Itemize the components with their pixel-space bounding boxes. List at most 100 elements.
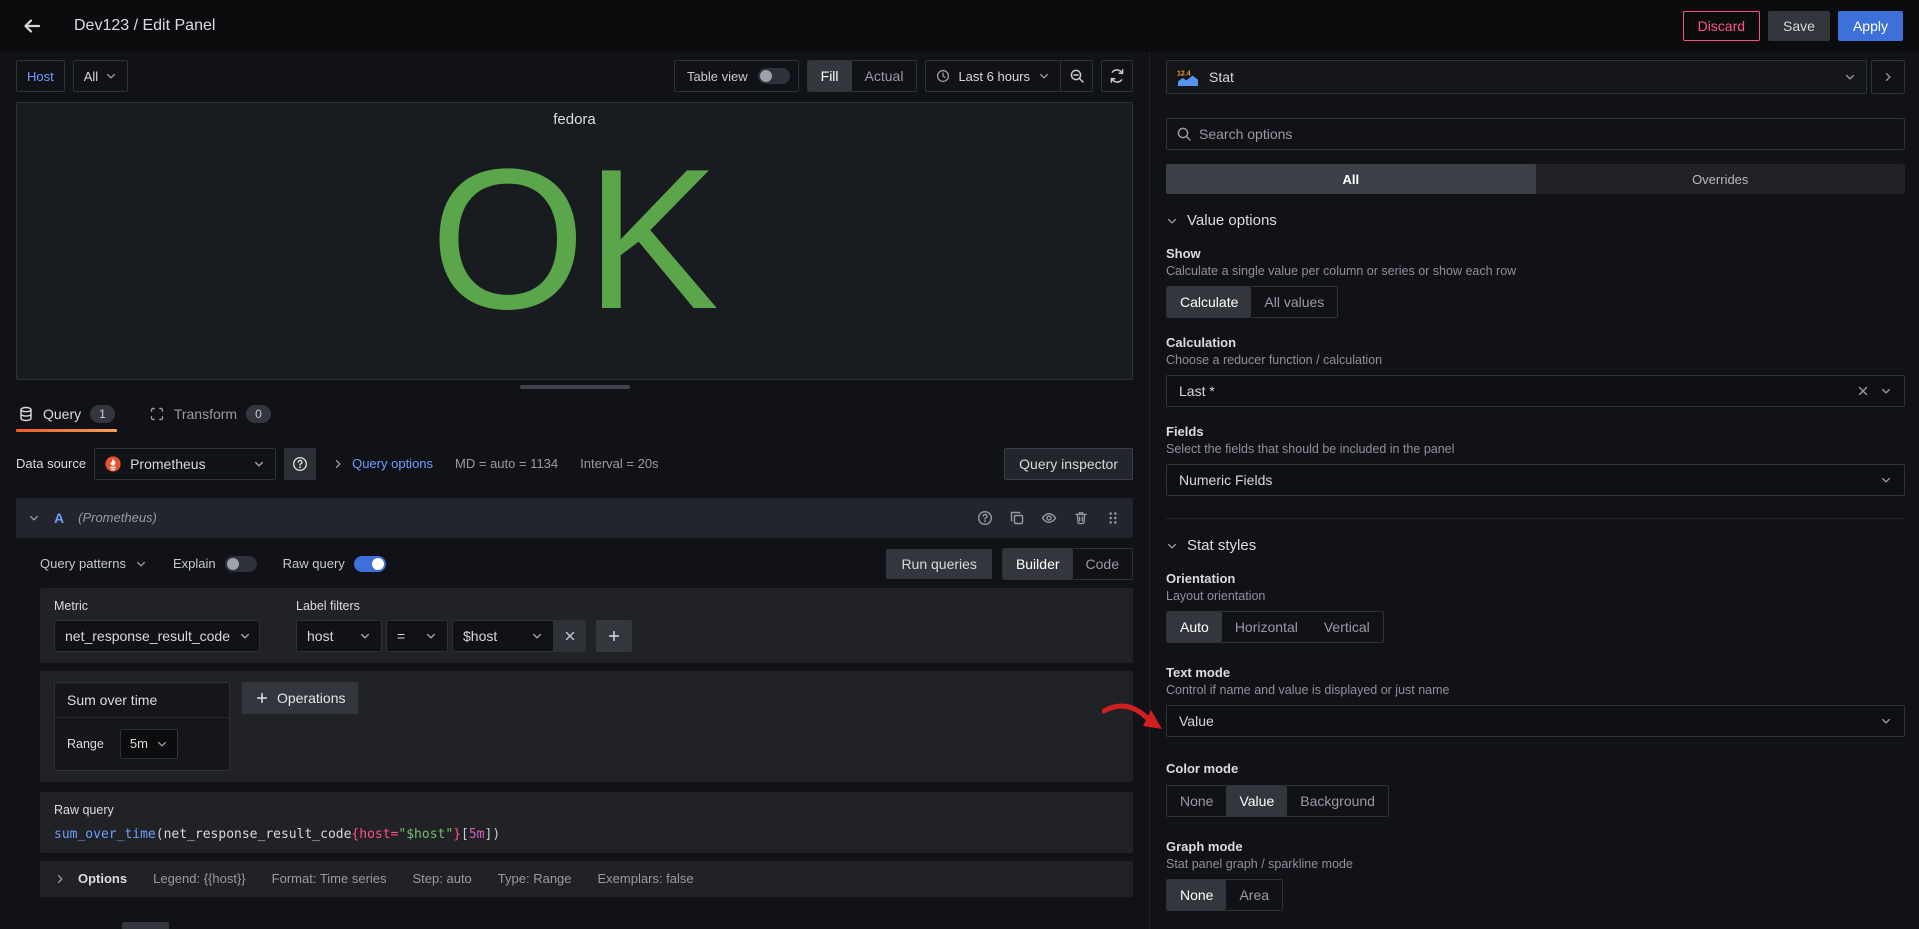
orientation-option-vertical[interactable]: Vertical <box>1311 612 1383 642</box>
range-select[interactable]: 5m <box>119 728 178 759</box>
color-mode-option-none[interactable]: None <box>1167 786 1226 816</box>
raw-query-label: Raw query <box>54 802 114 817</box>
orientation-option-auto[interactable]: Auto <box>1167 612 1222 642</box>
stat-styles-title: Stat styles <box>1187 537 1257 554</box>
apply-button[interactable]: Apply <box>1837 11 1903 41</box>
text-mode-desc: Control if name and value is displayed o… <box>1166 683 1450 697</box>
query-options-collapsed-row[interactable]: Options Legend: {{host}} Format: Time se… <box>40 860 1133 897</box>
refresh-button[interactable] <box>1101 60 1133 92</box>
operation-name[interactable]: Sum over time <box>55 683 229 718</box>
query-row-header[interactable]: A (Prometheus) <box>16 497 1133 538</box>
add-filter-button[interactable] <box>596 619 632 652</box>
chevron-down-icon <box>1844 71 1856 83</box>
time-range-picker[interactable]: Last 6 hours <box>926 69 1060 84</box>
topbar-actions: Discard Save Apply <box>1682 11 1903 41</box>
tab-query[interactable]: Query 1 <box>16 404 117 432</box>
fields-select[interactable]: Numeric Fields <box>1166 464 1905 496</box>
back-arrow-icon[interactable] <box>16 10 48 42</box>
fill-option[interactable]: Fill <box>807 61 852 91</box>
hide-query-eye-icon[interactable] <box>1041 510 1057 526</box>
explain-toggle[interactable] <box>224 555 257 572</box>
save-button[interactable]: Save <box>1768 11 1830 41</box>
datasource-help-button[interactable] <box>284 447 317 480</box>
collapse-options-pane-button[interactable] <box>1871 60 1905 94</box>
graph-mode-option-area[interactable]: Area <box>1226 880 1282 910</box>
raw-query-section: Raw query sum_over_time(net_response_res… <box>40 791 1133 853</box>
datasource-row: Data source Prometheus Query options MD … <box>16 447 1133 480</box>
code-token: net_response_result_code <box>163 826 352 842</box>
show-option-all-values[interactable]: All values <box>1251 287 1337 317</box>
orientation-radio-group: Auto Horizontal Vertical <box>1166 611 1384 643</box>
tab-overrides[interactable]: Overrides <box>1536 164 1906 194</box>
filter-operator-select[interactable]: = <box>386 619 448 652</box>
value-options-section-header[interactable]: Value options <box>1166 212 1905 229</box>
discard-button[interactable]: Discard <box>1682 11 1761 41</box>
drag-grip-icon[interactable] <box>1105 510 1121 526</box>
value-options-title: Value options <box>1187 212 1277 229</box>
add-operations-button[interactable]: Operations <box>242 681 359 714</box>
step-meta: Step: auto <box>412 871 472 887</box>
filter-value-select[interactable]: $host <box>452 619 554 652</box>
visualization-name: Stat <box>1209 69 1234 85</box>
orientation-desc: Layout orientation <box>1166 589 1266 603</box>
chevron-down-icon <box>1880 385 1892 397</box>
visualization-picker[interactable]: 12.4 Stat <box>1166 60 1867 94</box>
query-inspector-button[interactable]: Query inspector <box>1004 447 1133 480</box>
clipped-bottom-button[interactable] <box>122 921 169 929</box>
datasource-picker[interactable]: Prometheus <box>94 447 277 480</box>
query-datasource-hint: (Prometheus) <box>78 510 157 526</box>
orientation-option-horizontal[interactable]: Horizontal <box>1222 612 1311 642</box>
editor-tabs: Query 1 Transform 0 <box>16 399 1133 432</box>
chevron-down-icon <box>28 512 40 524</box>
plus-icon <box>607 629 621 643</box>
chevron-down-icon <box>105 70 117 82</box>
chevron-down-icon <box>156 738 168 750</box>
table-view-toggle[interactable] <box>757 68 790 84</box>
time-range-label: Last 6 hours <box>958 68 1030 84</box>
color-mode-label: Color mode <box>1166 761 1239 776</box>
magnifier-minus-icon <box>1069 68 1085 84</box>
color-mode-option-background[interactable]: Background <box>1287 786 1388 816</box>
query-editor-card: A (Prometheus) Query patterns Explain Ra… <box>16 497 1133 929</box>
code-option[interactable]: Code <box>1073 549 1132 579</box>
operations-section: Sum over time Range 5m Operations <box>40 670 1133 782</box>
code-token: } <box>453 826 462 842</box>
variable-value-dropdown[interactable]: All <box>72 60 129 92</box>
query-patterns-dropdown[interactable]: Query patterns <box>40 556 147 571</box>
color-mode-option-value[interactable]: Value <box>1226 786 1288 816</box>
datasource-label: Data source <box>16 456 87 472</box>
zoom-out-time-button[interactable] <box>1061 61 1092 91</box>
query-options-expander[interactable]: Query options <box>332 456 433 471</box>
filter-key-select[interactable]: host <box>296 619 382 652</box>
metric-select[interactable]: net_response_result_code <box>54 619 260 652</box>
x-icon <box>563 629 577 643</box>
stat-styles-section-header[interactable]: Stat styles <box>1166 537 1905 554</box>
calculation-select[interactable]: Last * <box>1166 375 1905 407</box>
stat-value: OK <box>430 128 719 352</box>
metric-value: net_response_result_code <box>65 627 231 644</box>
show-option-calculate[interactable]: Calculate <box>1167 287 1252 317</box>
color-mode-radio-group: None Value Background <box>1166 785 1389 817</box>
datasource-name: Prometheus <box>130 455 206 472</box>
variable-label-box[interactable]: Host <box>16 60 65 92</box>
graph-mode-option-none[interactable]: None <box>1167 880 1227 910</box>
plus-icon <box>255 691 269 705</box>
search-options-input[interactable] <box>1166 118 1905 150</box>
duplicate-icon[interactable] <box>1009 510 1025 526</box>
tab-all[interactable]: All <box>1166 164 1536 194</box>
builder-code-switch: Builder Code <box>1001 547 1133 580</box>
text-mode-select[interactable]: Value <box>1166 705 1905 737</box>
actual-option[interactable]: Actual <box>852 61 917 91</box>
clear-x-icon[interactable] <box>1856 384 1870 398</box>
pane-resize-handle[interactable] <box>519 384 630 390</box>
fields-label: Fields <box>1166 424 1204 439</box>
tab-transform[interactable]: Transform 0 <box>147 404 273 432</box>
raw-query-toggle[interactable] <box>353 555 386 572</box>
format-meta: Format: Time series <box>271 871 387 887</box>
clock-icon <box>936 69 950 83</box>
builder-option[interactable]: Builder <box>1002 548 1073 579</box>
help-icon[interactable] <box>977 510 993 526</box>
run-queries-button[interactable]: Run queries <box>886 548 992 579</box>
delete-query-trash-icon[interactable] <box>1073 510 1089 526</box>
remove-filter-button[interactable] <box>554 619 586 652</box>
